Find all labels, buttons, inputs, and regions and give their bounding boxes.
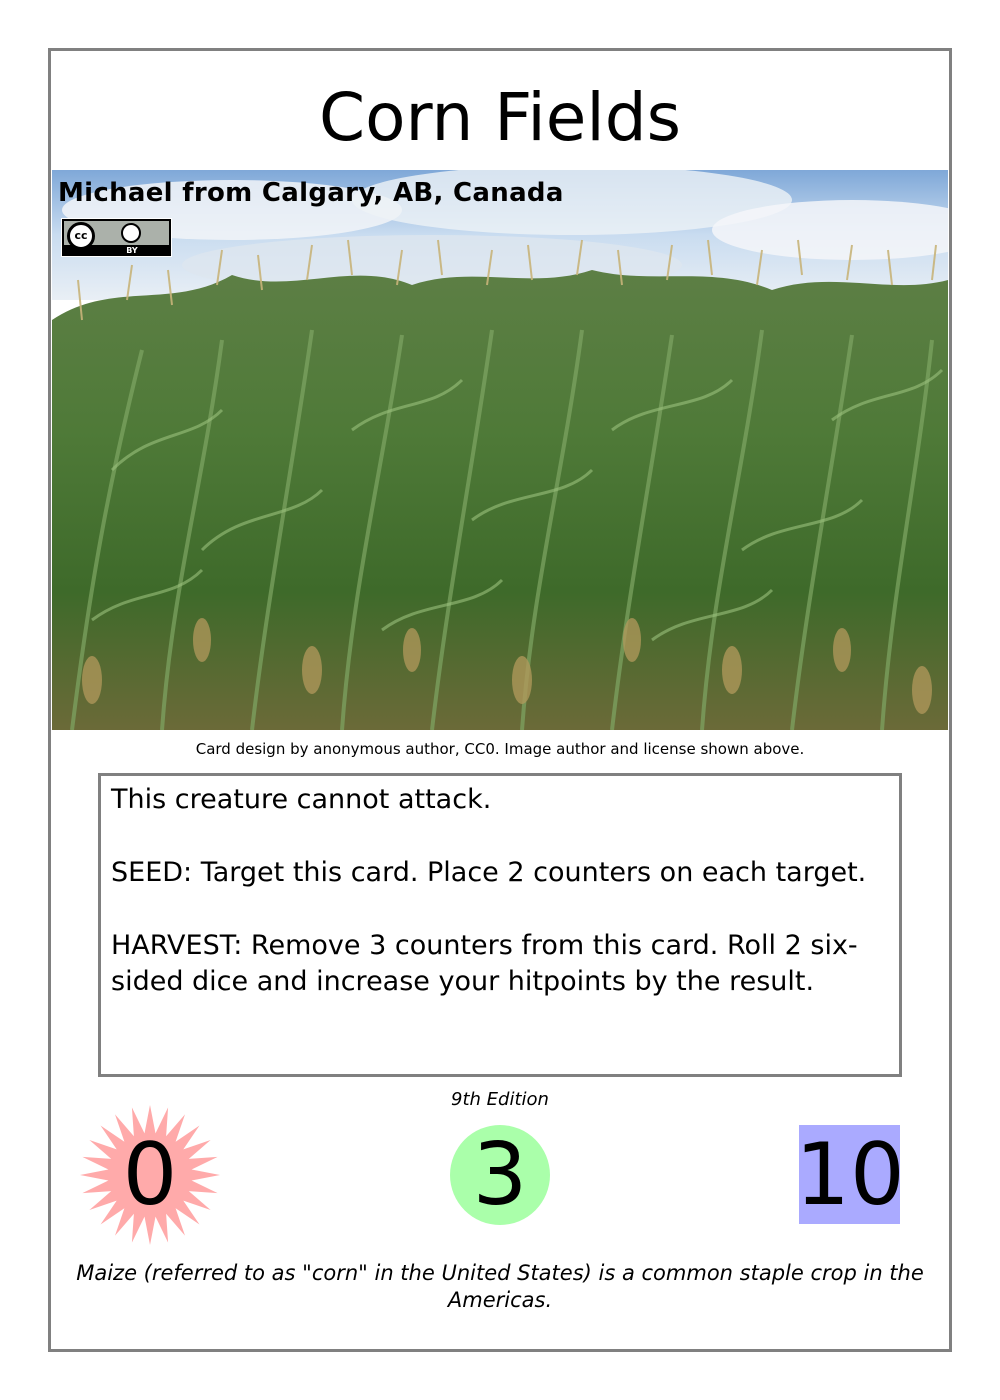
hitpoints-value: 10 xyxy=(795,1125,905,1225)
rules-line: This creature cannot attack. xyxy=(111,784,492,815)
rules-box: This creature cannot attack. SEED: Targe… xyxy=(98,773,902,1077)
cost-value: 3 xyxy=(472,1125,528,1225)
card-art xyxy=(52,170,948,730)
card-title: Corn Fields xyxy=(319,79,681,156)
design-credit: Card design by anonymous author, CC0. Im… xyxy=(195,740,805,758)
attribution-icon xyxy=(121,223,141,243)
rules-line: SEED: Target this card. Place 2 counters… xyxy=(111,857,867,888)
cc-icon: cc xyxy=(67,222,95,250)
cc-by-license-badge[interactable]: cc BY xyxy=(61,218,172,257)
corn-field-illustration xyxy=(52,170,948,730)
image-author: Michael from Calgary, AB, Canada xyxy=(58,178,564,208)
rules-line: HARVEST: Remove 3 counters from this car… xyxy=(111,930,858,997)
flavor-text: Maize (referred to as "corn" in the Unit… xyxy=(76,1261,924,1312)
attack-value: 0 xyxy=(122,1125,178,1225)
license-label: BY xyxy=(126,246,138,255)
